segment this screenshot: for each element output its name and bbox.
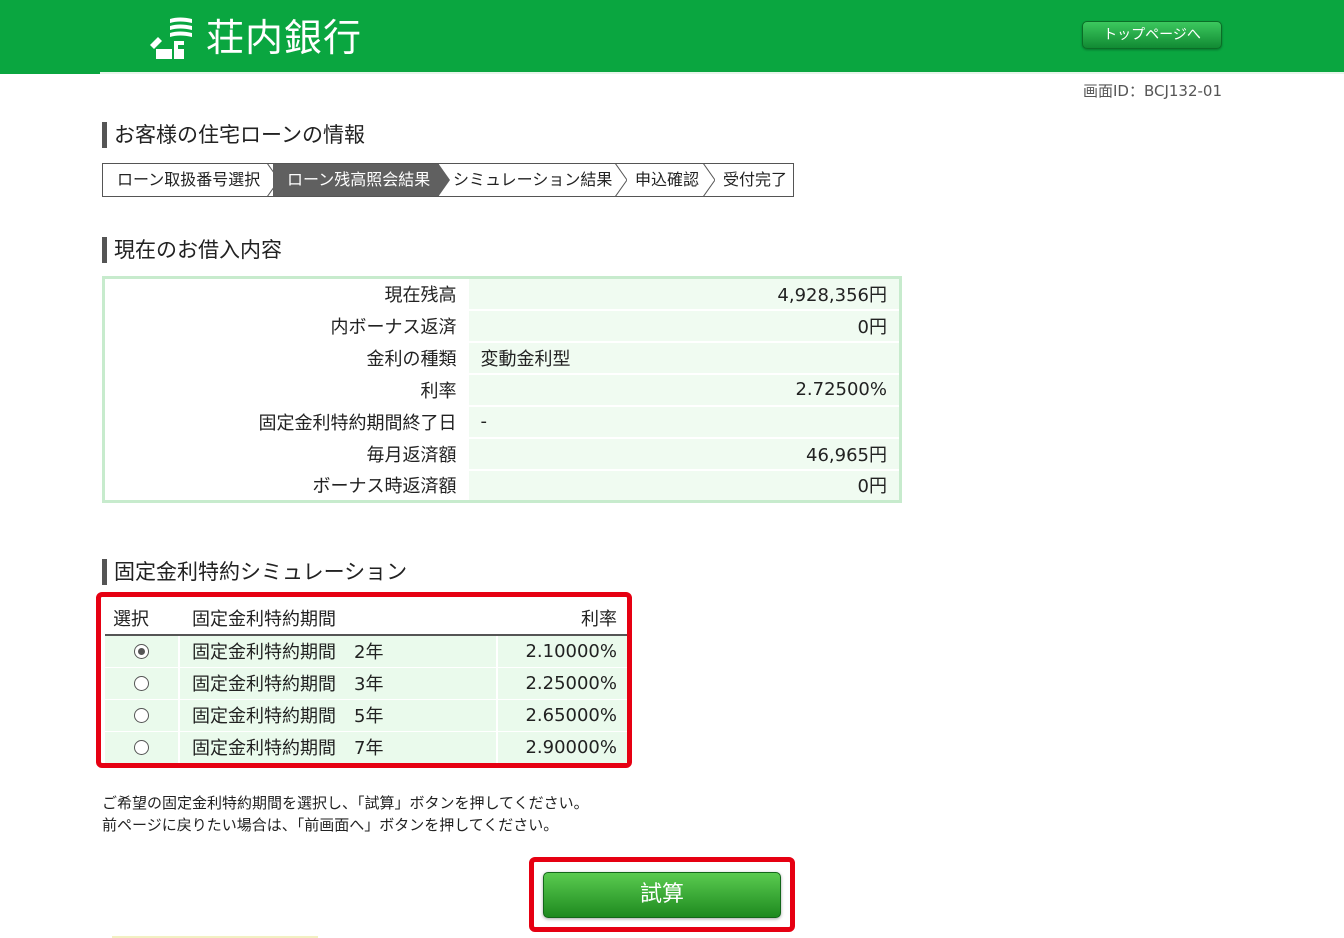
table-row: 内ボーナス返済 0円 xyxy=(103,308,901,342)
simulation-highlight: 選択 固定金利特約期間 利率 固定金利特約期間 2年 2.10000% 固定金利… xyxy=(96,592,632,768)
page-title: お客様の住宅ローンの情報 xyxy=(102,122,365,148)
top-page-button[interactable]: トップページへ xyxy=(1082,21,1222,49)
header-period: 固定金利特約期間 xyxy=(179,601,498,636)
step-loan-balance-result: ローン残高照会結果 xyxy=(273,163,450,197)
step-reception-complete: 受付完了 xyxy=(709,164,793,196)
step-application-confirm: 申込確認 xyxy=(621,163,715,197)
radio-button-2y[interactable] xyxy=(134,644,149,660)
rate-cell: 2.90000% xyxy=(497,730,627,763)
step-label: 申込確認 xyxy=(635,170,700,189)
select-cell xyxy=(105,698,180,731)
row-value: 0円 xyxy=(468,468,901,502)
row-label: 内ボーナス返済 xyxy=(103,308,469,342)
table-row: ボーナス時返済額 0円 xyxy=(103,468,901,502)
row-label: 金利の種類 xyxy=(103,340,469,374)
table-row: 固定金利特約期間終了日 - xyxy=(103,404,901,438)
row-value: 変動金利型 xyxy=(468,340,901,374)
instruction-note: ご希望の固定金利特約期間を選択し、「試算」ボタンを押してください。 xyxy=(102,794,589,812)
step-simulation-result: シミュレーション結果 xyxy=(439,163,627,197)
step-loan-number-select: ローン取扱番号選択 xyxy=(103,163,279,197)
row-value: - xyxy=(468,404,901,438)
current-loan-title: 現在のお借入内容 xyxy=(102,237,282,263)
header-rate: 利率 xyxy=(497,601,627,636)
row-value: 2.72500% xyxy=(468,372,901,406)
radio-button-5y[interactable] xyxy=(134,708,149,723)
current-loan-table: 現在残高 4,928,356円 内ボーナス返済 0円 金利の種類 変動金利型 利… xyxy=(102,276,902,503)
select-cell xyxy=(105,730,180,763)
table-row: 金利の種類 変動金利型 xyxy=(103,340,901,374)
row-value: 0円 xyxy=(468,308,901,342)
site-header: 荘内銀行 トップページへ xyxy=(0,0,1344,74)
period-cell: 固定金利特約期間 5年 xyxy=(179,698,498,731)
period-cell: 固定金利特約期間 2年 xyxy=(179,634,498,667)
table-row[interactable]: 固定金利特約期間 3年 2.25000% xyxy=(105,666,627,699)
radio-button-7y[interactable] xyxy=(134,740,149,756)
calculate-button[interactable]: 試算 xyxy=(543,872,781,918)
table-row[interactable]: 固定金利特約期間 2年 2.10000% xyxy=(105,634,627,667)
row-value: 46,965円 xyxy=(468,436,901,470)
bank-logo[interactable]: 荘内銀行 xyxy=(150,14,362,62)
rate-cell: 2.25000% xyxy=(497,666,627,699)
period-cell: 固定金利特約期間 7年 xyxy=(179,730,498,763)
screen-id: 画面ID：BCJ132-01 xyxy=(1082,82,1222,100)
table-header-row: 選択 固定金利特約期間 利率 xyxy=(105,601,627,636)
row-value: 4,928,356円 xyxy=(468,277,901,310)
rate-cell: 2.65000% xyxy=(497,698,627,731)
progress-steps: ローン取扱番号選択 ローン残高照会結果 シミュレーション結果 申込確認 受付完了 xyxy=(102,163,794,197)
row-label: 固定金利特約期間終了日 xyxy=(103,404,469,438)
shonai-bank-logo-icon xyxy=(150,15,194,61)
instruction-note: 前ページに戻りたい場合は、「前画面へ」ボタンを押してください。 xyxy=(102,816,559,834)
select-cell xyxy=(105,634,180,667)
header-select: 選択 xyxy=(105,601,180,636)
table-row[interactable]: 固定金利特約期間 5年 2.65000% xyxy=(105,698,627,731)
period-cell: 固定金利特約期間 3年 xyxy=(179,666,498,699)
select-cell xyxy=(105,666,180,699)
row-label: 毎月返済額 xyxy=(103,436,469,470)
step-label: シミュレーション結果 xyxy=(453,170,613,189)
calc-button-highlight: 試算 xyxy=(529,857,795,932)
table-row: 毎月返済額 46,965円 xyxy=(103,436,901,470)
radio-button-3y[interactable] xyxy=(134,676,149,691)
header-divider xyxy=(100,72,1344,74)
simulation-table: 選択 固定金利特約期間 利率 固定金利特約期間 2年 2.10000% 固定金利… xyxy=(105,601,627,763)
step-label: 受付完了 xyxy=(723,170,788,189)
table-row: 現在残高 4,928,356円 xyxy=(103,277,901,310)
rate-cell: 2.10000% xyxy=(497,634,627,667)
simulation-title: 固定金利特約シミュレーション xyxy=(102,559,407,585)
table-row[interactable]: 固定金利特約期間 7年 2.90000% xyxy=(105,730,627,763)
row-label: 利率 xyxy=(103,372,469,406)
table-row: 利率 2.72500% xyxy=(103,372,901,406)
row-label: ボーナス時返済額 xyxy=(103,468,469,502)
bank-name: 荘内銀行 xyxy=(206,16,363,60)
step-label: ローン取扱番号選択 xyxy=(117,170,261,189)
step-label: ローン残高照会結果 xyxy=(287,170,431,189)
row-label: 現在残高 xyxy=(103,277,469,310)
